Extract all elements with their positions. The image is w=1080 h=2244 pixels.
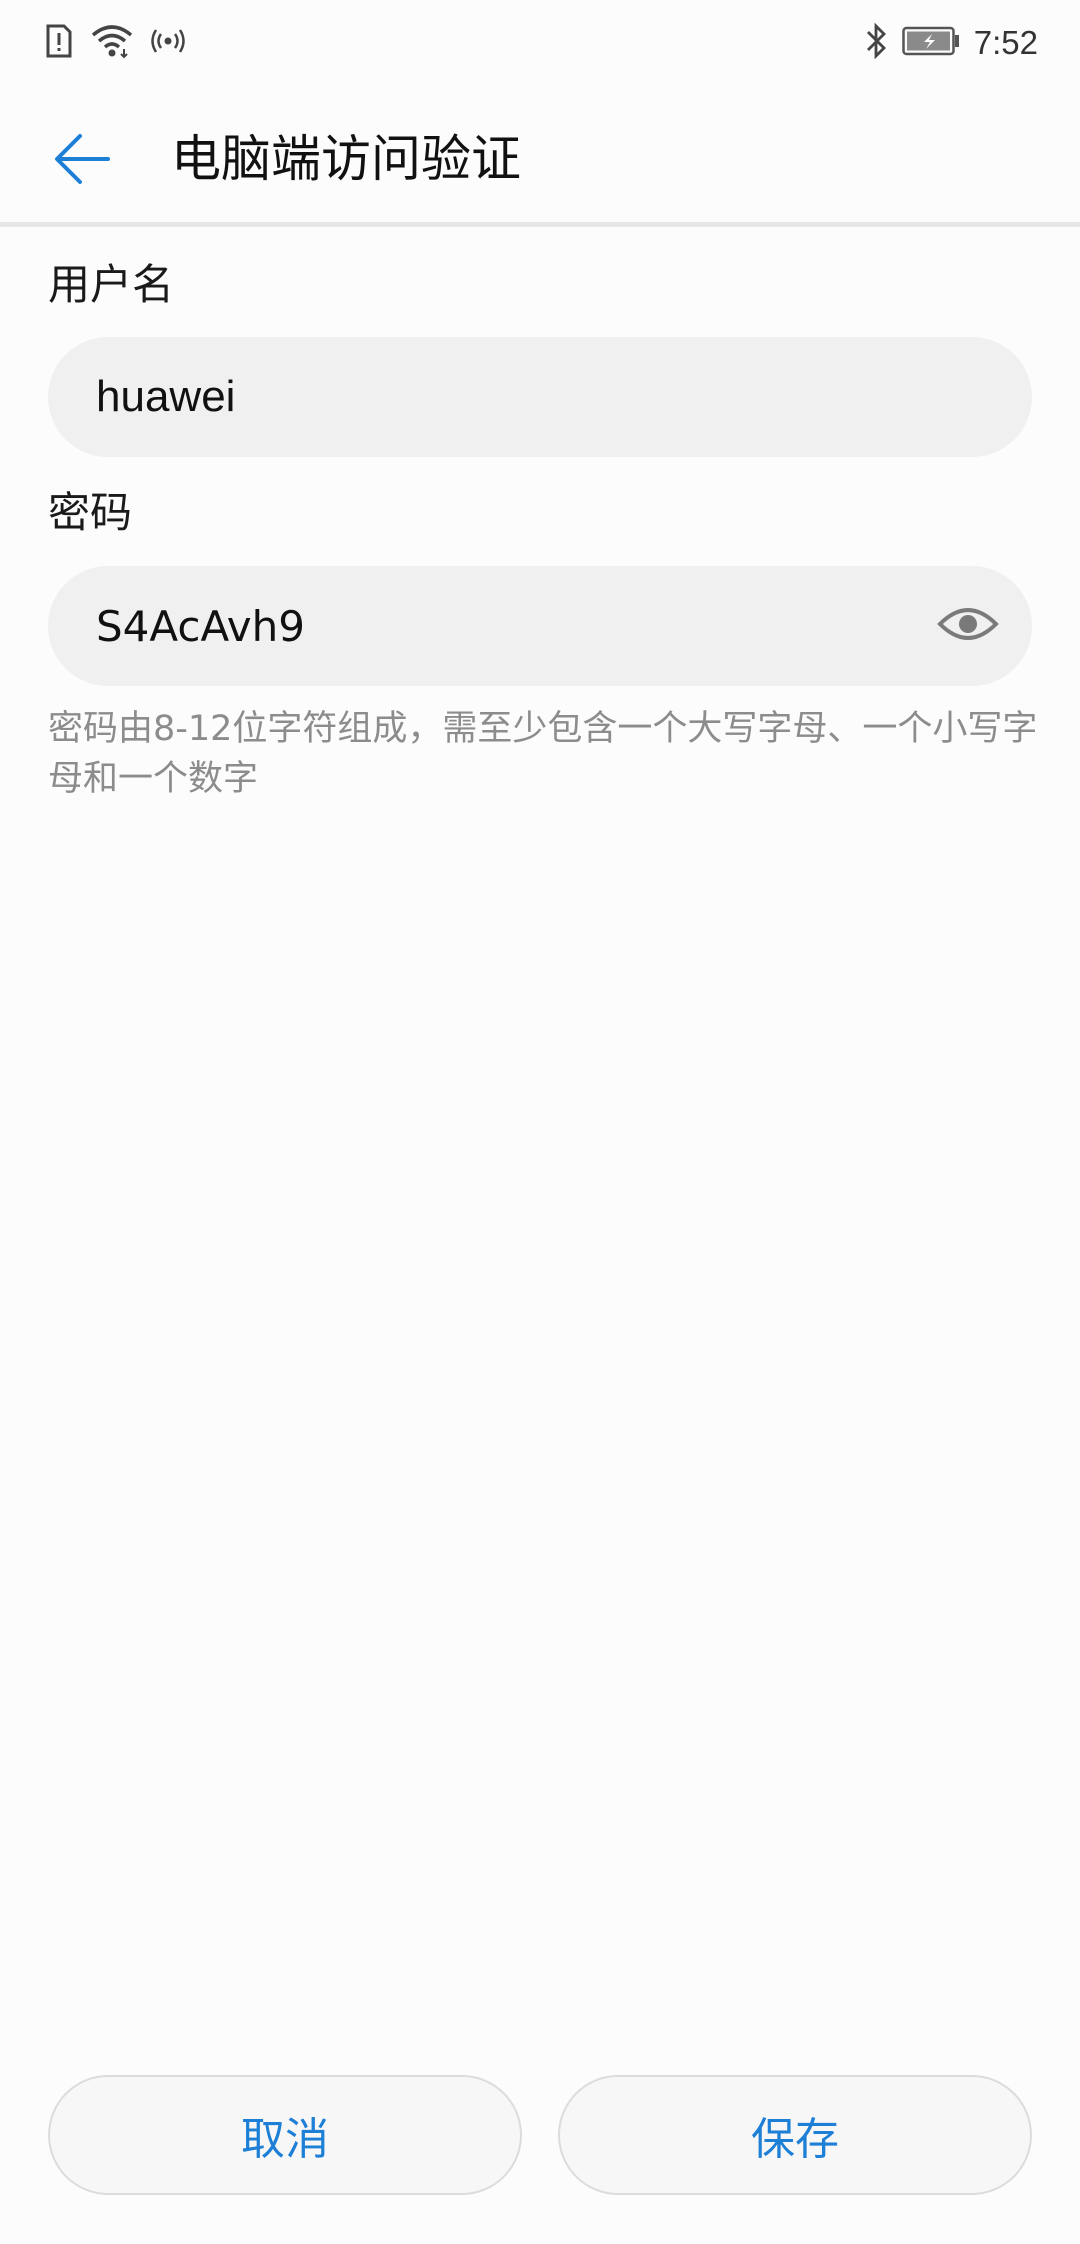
password-field[interactable]: S4AcAvh9: [48, 566, 1032, 686]
status-right-icons: 7:52: [864, 22, 1038, 64]
status-bar: 7:52: [0, 0, 1080, 86]
username-label: 用户名: [48, 260, 175, 309]
sim-alert-icon: [44, 23, 74, 63]
page-title: 电脑端访问验证: [171, 130, 521, 188]
bluetooth-icon: [864, 22, 888, 64]
password-hint: 密码由8-12位字符组成，需至少包含一个大写字母、一个小写字母和一个数字: [48, 709, 1038, 799]
status-left-icons: [44, 23, 186, 63]
save-button[interactable]: 保存: [558, 2075, 1032, 2195]
app-bar-divider: [0, 222, 1080, 227]
hotspot-icon: [150, 23, 186, 63]
username-value[interactable]: huawei: [96, 372, 235, 422]
wifi-icon: [90, 23, 134, 63]
arrow-left-icon: [52, 131, 112, 191]
status-time: 7:52: [973, 24, 1038, 61]
username-field[interactable]: huawei: [48, 337, 1032, 457]
password-visibility-toggle[interactable]: [930, 588, 1006, 664]
cancel-button[interactable]: 取消: [48, 2075, 522, 2195]
password-label: 密码: [48, 488, 133, 537]
back-button[interactable]: [40, 119, 124, 203]
eye-icon: [937, 604, 999, 648]
app-bar: 电脑端访问验证: [0, 86, 1080, 224]
password-value[interactable]: S4AcAvh9: [96, 602, 305, 651]
battery-charging-icon: [902, 26, 960, 60]
